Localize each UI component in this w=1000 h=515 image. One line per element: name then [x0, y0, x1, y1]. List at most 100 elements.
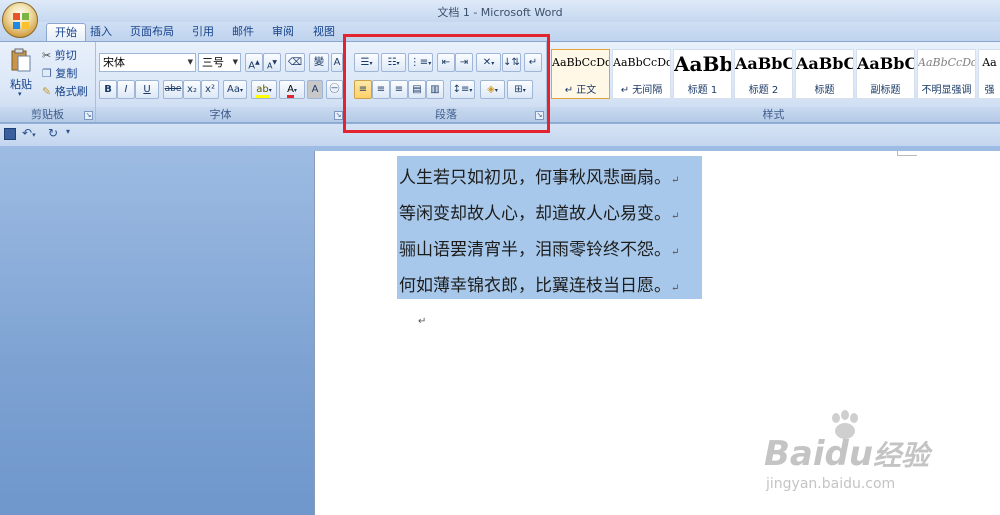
style-subtle-emphasis[interactable]: AaBbCcDd 不明显强调 — [917, 49, 976, 99]
font-name-value: 宋体 — [103, 56, 125, 69]
poem-line-3-text: 骊山语罢清宵半，泪雨零铃终不怨。 — [399, 240, 671, 260]
cut-button[interactable]: ✂ 剪切 — [42, 47, 77, 62]
watermark-url: jingyan.baidu.com — [766, 476, 896, 492]
phonetic-guide-button[interactable]: 變 — [309, 53, 329, 72]
style-normal-name: ↵ 正文 — [564, 85, 597, 96]
font-color-button[interactable]: A▾ — [279, 80, 305, 99]
style-subtitle[interactable]: AaBbC 副标题 — [856, 49, 915, 99]
highlight-button[interactable]: ab▾ — [251, 80, 277, 99]
font-size-combo[interactable]: 三号 ▼ — [198, 53, 241, 72]
bold-button[interactable]: B — [99, 80, 117, 99]
tab-mailings[interactable]: 邮件 — [224, 23, 262, 41]
paragraph-mark: ↵ — [671, 175, 680, 186]
style-normal[interactable]: AaBbCcDd ↵ 正文 — [551, 49, 610, 99]
style-no-spacing-sample: AaBbCcDd — [613, 56, 670, 69]
tab-home[interactable]: 开始 — [46, 23, 86, 41]
save-icon[interactable] — [4, 128, 16, 140]
char-border-icon: A — [333, 57, 341, 68]
change-case-button[interactable]: Aa▾ — [223, 80, 247, 99]
undo-icon[interactable]: ↶▾ — [22, 126, 36, 140]
style-strong[interactable]: Aa 强 — [978, 49, 1000, 99]
annotation-highlight-box — [343, 34, 550, 133]
superscript-button[interactable]: x² — [201, 80, 219, 99]
watermark-brand: Baidu — [764, 434, 874, 474]
format-painter-label: 格式刷 — [54, 85, 88, 98]
clear-format-icon: ⌫ — [287, 57, 303, 68]
style-heading-1-sample: AaBb — [674, 52, 731, 76]
subscript-button[interactable]: x₂ — [183, 80, 201, 99]
char-shading-button[interactable]: A — [307, 80, 323, 99]
style-no-spacing[interactable]: AaBbCcDd ↵ 无间隔 — [612, 49, 671, 99]
highlighter-icon: ab — [256, 84, 269, 98]
cut-label: 剪切 — [54, 49, 77, 62]
grow-font-button[interactable]: A▲ — [245, 53, 263, 72]
paragraph-mark: ↵ — [671, 211, 680, 222]
font-group-label: 字体 — [96, 107, 345, 122]
customize-qat-icon[interactable]: ▾ — [66, 127, 70, 136]
poem-line-4-text: 何如薄幸锦衣郎，比翼连枝当日愿。 — [399, 276, 671, 296]
style-subtle-emphasis-name: 不明显强调 — [921, 85, 972, 96]
repeat-icon[interactable]: ↻ — [48, 126, 58, 140]
title-bar: 文档 1 - Microsoft Word — [0, 0, 1000, 22]
office-button[interactable] — [2, 2, 38, 38]
empty-paragraph-mark: ↵ — [418, 316, 427, 327]
style-subtitle-name: 副标题 — [870, 85, 901, 96]
margin-corner-mark — [897, 151, 917, 156]
font-color-icon: A — [287, 84, 294, 98]
style-strong-sample: Aa — [982, 56, 997, 69]
poem-line-4[interactable]: 何如薄幸锦衣郎，比翼连枝当日愿。↵ — [399, 271, 679, 296]
tab-insert[interactable]: 插入 — [82, 23, 120, 41]
style-heading-1-name: 标题 1 — [687, 85, 718, 96]
poem-line-3[interactable]: 骊山语罢清宵半，泪雨零铃终不怨。↵ — [399, 235, 679, 260]
style-heading-2[interactable]: AaBbC 标题 2 — [734, 49, 793, 99]
font-name-combo[interactable]: 宋体 ▼ — [99, 53, 196, 72]
font-group: 宋体 ▼ 三号 ▼ A▲ A▼ ⌫ 變 A B I U abe x₂ x² Aa… — [96, 42, 346, 122]
copy-icon: ❐ — [42, 67, 52, 80]
change-case-label: Aa — [227, 84, 240, 95]
tab-page-layout[interactable]: 页面布局 — [122, 23, 182, 41]
tab-view[interactable]: 视图 — [305, 23, 343, 41]
char-border-button[interactable]: A — [331, 53, 343, 72]
paste-icon — [11, 48, 31, 72]
style-normal-sample: AaBbCcDd — [552, 56, 609, 69]
enclose-char-button[interactable]: ㊀ — [326, 80, 343, 99]
copy-label: 复制 — [55, 67, 78, 80]
baidu-jingyan-watermark: Baidu经验 jingyan.baidu.com — [754, 410, 984, 500]
style-subtle-emphasis-sample: AaBbCcDd — [918, 56, 975, 69]
italic-button[interactable]: I — [117, 80, 135, 99]
tab-review[interactable]: 审阅 — [264, 23, 302, 41]
style-title-sample: AaBbC — [796, 54, 853, 73]
clear-format-button[interactable]: ⌫ — [285, 53, 305, 72]
clipboard-group-label: 剪贴板 — [0, 107, 95, 122]
poem-line-1[interactable]: 人生若只如初见，何事秋风悲画扇。↵ — [399, 163, 679, 188]
style-heading-2-name: 标题 2 — [748, 85, 779, 96]
poem-line-1-text: 人生若只如初见，何事秋风悲画扇。 — [399, 168, 671, 188]
format-painter-button[interactable]: ✎ 格式刷 — [42, 83, 88, 98]
font-launcher-icon[interactable]: ↘ — [334, 111, 343, 120]
shrink-font-button[interactable]: A▼ — [263, 53, 281, 72]
font-size-dropdown-icon[interactable]: ▼ — [233, 54, 238, 71]
scissors-icon: ✂ — [42, 49, 52, 62]
format-painter-icon: ✎ — [42, 85, 52, 98]
watermark-cn: 经验 — [873, 439, 930, 472]
office-logo-icon — [13, 13, 29, 29]
copy-button[interactable]: ❐ 复制 — [42, 65, 78, 80]
font-size-value: 三号 — [202, 56, 224, 69]
paste-dropdown-icon[interactable]: ▾ — [18, 90, 22, 98]
clipboard-group: 粘贴 ▾ ✂ 剪切 ❐ 复制 ✎ 格式刷 剪贴板 ↘ — [0, 42, 96, 122]
font-name-dropdown-icon[interactable]: ▼ — [188, 54, 193, 71]
style-no-spacing-name: ↵ 无间隔 — [620, 85, 663, 96]
tab-references[interactable]: 引用 — [184, 23, 222, 41]
style-strong-name: 强 — [984, 85, 995, 96]
strikethrough-button[interactable]: abe — [163, 80, 183, 99]
style-heading-2-sample: AaBbC — [735, 54, 792, 73]
styles-group-label: 样式 — [547, 107, 1000, 122]
poem-line-2[interactable]: 等闲变却故人心，却道故人心易变。↵ — [399, 199, 679, 224]
style-title-name: 标题 — [814, 85, 835, 96]
paragraph-mark: ↵ — [671, 283, 680, 294]
paste-button[interactable]: 粘贴 ▾ — [6, 46, 36, 102]
clipboard-launcher-icon[interactable]: ↘ — [84, 111, 93, 120]
style-title[interactable]: AaBbC 标题 — [795, 49, 854, 99]
underline-button[interactable]: U — [135, 80, 159, 99]
style-heading-1[interactable]: AaBb 标题 1 — [673, 49, 732, 99]
